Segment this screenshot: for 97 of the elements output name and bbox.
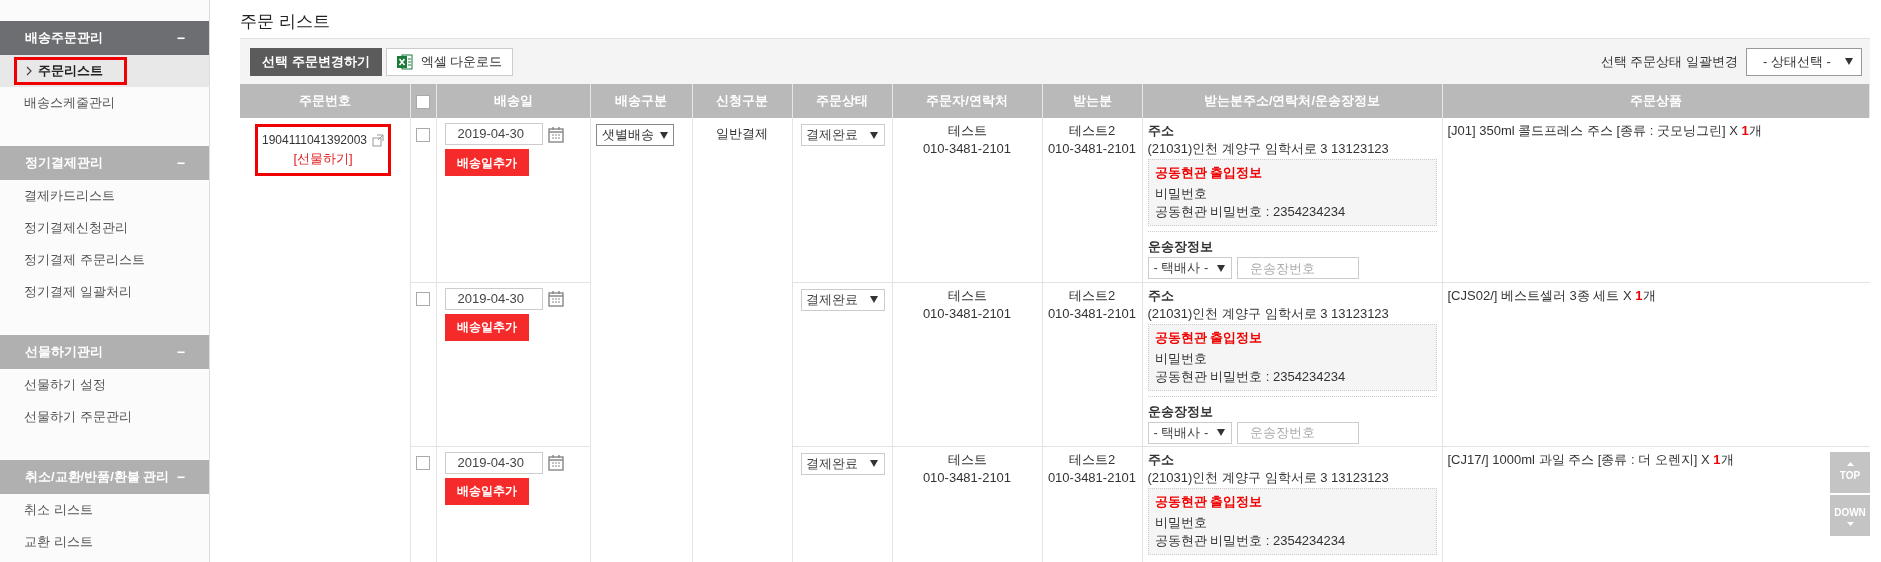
entry-info-title: 공동현관 출입정보: [1154, 328, 1264, 347]
recipient-name: 테스트2: [1067, 450, 1117, 469]
chevron-right-icon: [26, 66, 33, 76]
courier-select[interactable]: - 택배사 -: [1147, 421, 1232, 444]
entry-info-title: 공동현관 출입정보: [1154, 492, 1264, 511]
orderer-phone: 010-3481-2101: [921, 140, 1013, 158]
address-text: (21031)인천 계양구 임학서로 3 13123123: [1147, 468, 1390, 487]
triangle-up-icon: [1846, 462, 1854, 466]
product-text: [CJS02/] 베스트셀러 3종 세트 X 1개: [1447, 286, 1656, 305]
date-field[interactable]: 2019-04-30: [444, 287, 543, 310]
order-status-select[interactable]: 결제완료: [800, 452, 885, 475]
address-text: (21031)인천 계양구 임학서로 3 13123123: [1147, 140, 1390, 158]
section-title: 정기결제관리: [25, 154, 103, 173]
dropdown-arrow-icon: [1216, 429, 1225, 436]
change-order-button[interactable]: 선택 주문변경하기: [250, 47, 382, 76]
password-label: 비밀번호: [1154, 513, 1208, 532]
entry-password: 공동현관 비밀번호 : 2354234234: [1154, 531, 1347, 550]
dropdown-arrow-icon: [1845, 58, 1853, 65]
entry-info-title: 공동현관 출입정보: [1154, 164, 1264, 182]
dropdown-arrow-icon: [869, 296, 878, 303]
waybill-label: 운송장정보: [1147, 238, 1214, 256]
recipient-name: 테스트2: [1067, 122, 1117, 140]
row-checkbox[interactable]: [416, 127, 430, 142]
password-label: 비밀번호: [1154, 349, 1208, 368]
order-number: 1904111041392003: [262, 132, 367, 149]
recipient-name: 테스트2: [1067, 286, 1117, 305]
column-header: 신청구분: [692, 84, 792, 118]
section-title: 배송주문관리: [25, 29, 103, 48]
triangle-down-icon: [1846, 522, 1854, 526]
sidebar-item[interactable]: 배송스케줄관리: [14, 89, 125, 117]
recipient-phone: 010-3481-2101: [1046, 140, 1138, 158]
calendar-icon: [547, 125, 564, 143]
password-label: 비밀번호: [1154, 185, 1208, 203]
dropdown-arrow-icon: [869, 460, 878, 467]
waybill-number-field[interactable]: 운송장번호: [1236, 257, 1359, 279]
row-checkbox[interactable]: [416, 456, 430, 471]
add-date-button[interactable]: 배송일추가: [444, 149, 529, 176]
column-header: 배송구분: [590, 84, 692, 118]
excel-download-button[interactable]: 엑셀 다운로드: [385, 47, 514, 76]
sidebar-item[interactable]: 정기결제 주문리스트: [14, 246, 155, 274]
delivery-type-select[interactable]: 샛별배송: [595, 124, 674, 146]
request-type: 일반결제: [716, 126, 768, 141]
product-text: [CJ17/] 1000ml 과일 주스 [종류 : 더 오렌지] X 1개: [1447, 450, 1734, 469]
orderer-name: 테스트: [946, 122, 988, 140]
calendar-icon: [547, 290, 564, 307]
add-date-button[interactable]: 배송일추가: [444, 477, 529, 505]
select-all-checkbox[interactable]: [416, 94, 430, 109]
section-title: 선물하기관리: [25, 343, 103, 362]
address-label: 주소: [1147, 286, 1175, 305]
sidebar-item[interactable]: 결제카드리스트: [14, 182, 125, 210]
recipient-phone: 010-3481-2101: [1046, 304, 1138, 323]
status-select[interactable]: - 상태선택 -: [1746, 47, 1862, 76]
orderer-name: 테스트: [946, 286, 988, 305]
entry-password: 공동현관 비밀번호 : 2354234234: [1154, 367, 1347, 386]
gift-link[interactable]: [선물하기]: [293, 149, 353, 169]
sidebar-item[interactable]: 정기결제신청관리: [14, 214, 138, 242]
sidebar-item[interactable]: 취소 리스트: [14, 496, 103, 524]
dropdown-arrow-icon: [1216, 264, 1225, 272]
sidebar-item[interactable]: 선물하기 설정: [14, 371, 116, 399]
page-title: 주문 리스트: [240, 11, 331, 33]
order-status-select[interactable]: 결제완료: [800, 288, 885, 311]
dropdown-arrow-icon: [869, 131, 878, 139]
date-field[interactable]: 2019-04-30: [444, 451, 543, 474]
calendar-icon: [547, 454, 564, 471]
recipient-phone: 010-3481-2101: [1046, 468, 1138, 487]
column-header: 주문자/연락처: [892, 84, 1042, 118]
add-date-button[interactable]: 배송일추가: [444, 313, 529, 341]
entry-password: 공동현관 비밀번호 : 2354234234: [1154, 203, 1347, 221]
row-checkbox[interactable]: [416, 292, 430, 307]
sidebar-item[interactable]: 선물하기 주문관리: [14, 403, 142, 431]
section-header[interactable]: 배송주문관리 −: [0, 21, 209, 55]
dropdown-arrow-icon: [659, 131, 668, 139]
courier-select[interactable]: - 택배사 -: [1147, 257, 1232, 279]
external-link-icon: [372, 133, 384, 147]
sidebar-item[interactable]: 교환 리스트: [14, 528, 103, 556]
orderer-name: 테스트: [946, 450, 988, 469]
orderer-phone: 010-3481-2101: [921, 468, 1013, 487]
bulk-change-label: 선택 주문상태 일괄변경: [1600, 52, 1738, 71]
sidebar-item[interactable]: 정기결제 일괄처리: [14, 278, 142, 306]
collapse-toggle[interactable]: −: [176, 27, 185, 49]
column-header: 받는분: [1042, 84, 1142, 118]
date-field[interactable]: 2019-04-30: [444, 123, 543, 145]
column-header: 배송일: [436, 84, 590, 118]
column-header: 주문상품: [1442, 84, 1870, 118]
product-text: [J01] 350ml 콜드프레스 주스 [종류 : 굿모닝그린] X 1개: [1447, 122, 1762, 140]
address-label: 주소: [1147, 122, 1175, 140]
section-title: 취소/교환/반품/환불 관리: [25, 468, 170, 487]
waybill-label: 운송장정보: [1147, 402, 1214, 421]
orderer-phone: 010-3481-2101: [921, 304, 1013, 323]
address-label: 주소: [1147, 450, 1175, 469]
column-header: 주문번호: [240, 84, 410, 118]
column-header: 주문상태: [792, 84, 892, 118]
spreadsheet-icon: [396, 53, 413, 70]
order-status-select[interactable]: 결제완료: [800, 124, 885, 146]
waybill-number-field[interactable]: 운송장번호: [1236, 421, 1359, 444]
address-text: (21031)인천 계양구 임학서로 3 13123123: [1147, 304, 1390, 323]
column-header: 받는분주소/연락처/운송장정보: [1142, 84, 1442, 118]
